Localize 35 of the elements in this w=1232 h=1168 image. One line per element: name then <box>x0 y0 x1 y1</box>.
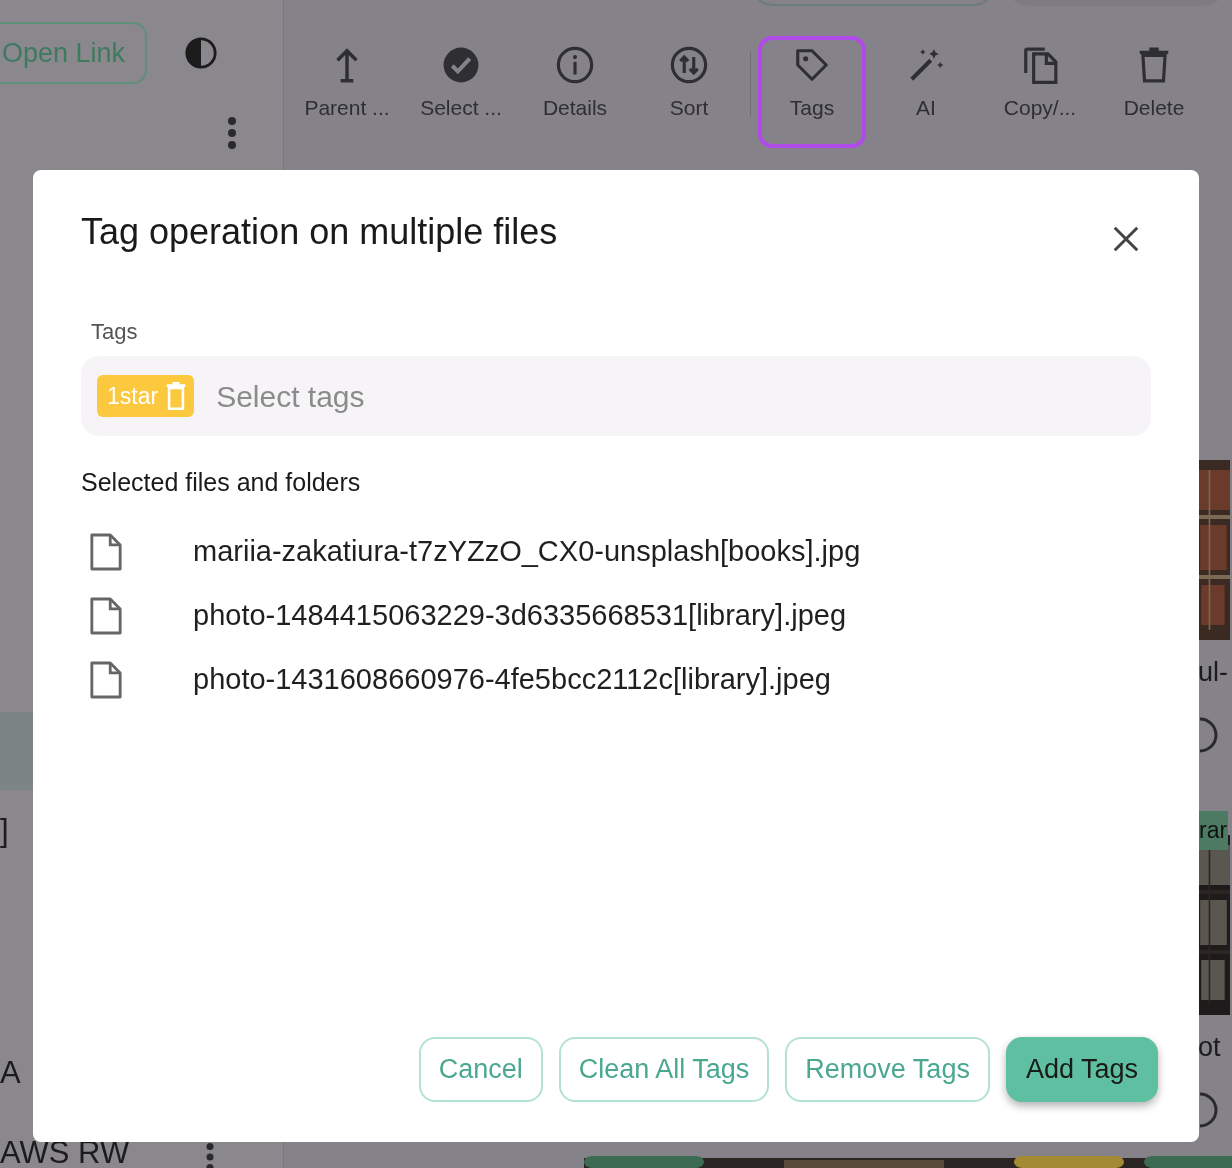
dialog-title: Tag operation on multiple files <box>81 210 558 254</box>
toolbar-button[interactable]: Delete <box>1097 36 1211 148</box>
toolbar-button[interactable]: Copy/... <box>983 36 1097 148</box>
sidebar-item[interactable]: ] <box>0 808 9 855</box>
tag-label: rar <box>1198 811 1229 850</box>
info-icon <box>556 46 594 84</box>
field-label: Tags <box>91 318 139 347</box>
toolbar-button[interactable]: Parent ... <box>290 36 404 148</box>
sidebar-item[interactable]: A <box>0 1050 21 1097</box>
tag-icon <box>793 46 831 84</box>
section-heading: Selected files and folders <box>81 467 362 499</box>
add-button[interactable]: Add Tags <box>1005 1037 1158 1102</box>
file-name: ul- <box>1198 656 1229 689</box>
file-icon <box>89 531 123 572</box>
toolbar-button[interactable]: Select ... <box>404 36 518 148</box>
close-icon <box>1111 224 1141 254</box>
file-name: mariia-zakatiura-t7zYZzO_CX0-unsplash[books].jpg <box>193 533 861 569</box>
file-name: photo-1431608660976-4fe5bcc2112c[library].jpeg <box>193 661 831 697</box>
more-icon <box>227 116 237 150</box>
toolbar-button[interactable]: Tags <box>758 36 866 148</box>
file-icon <box>89 659 123 700</box>
copy-icon <box>1021 46 1059 84</box>
check-circle-icon <box>442 46 480 84</box>
file-icon <box>89 595 123 636</box>
toolbar-button[interactable]: AI <box>869 36 983 148</box>
toolbar-button[interactable]: Details <box>518 36 632 148</box>
file-name: photo-1484415063229-3d6335668531[library].jpeg <box>193 597 847 633</box>
contrast-icon <box>184 36 218 70</box>
more-icon <box>205 1142 215 1168</box>
dialog-button[interactable]: Clean All Tags <box>558 1037 770 1102</box>
toolbar-button[interactable]: Sort <box>632 36 746 148</box>
dialog-button[interactable]: Cancel <box>418 1037 543 1102</box>
sort-icon <box>670 46 708 84</box>
dialog-button[interactable]: Remove Tags <box>785 1037 990 1102</box>
file-name: ot <box>1198 1031 1222 1064</box>
